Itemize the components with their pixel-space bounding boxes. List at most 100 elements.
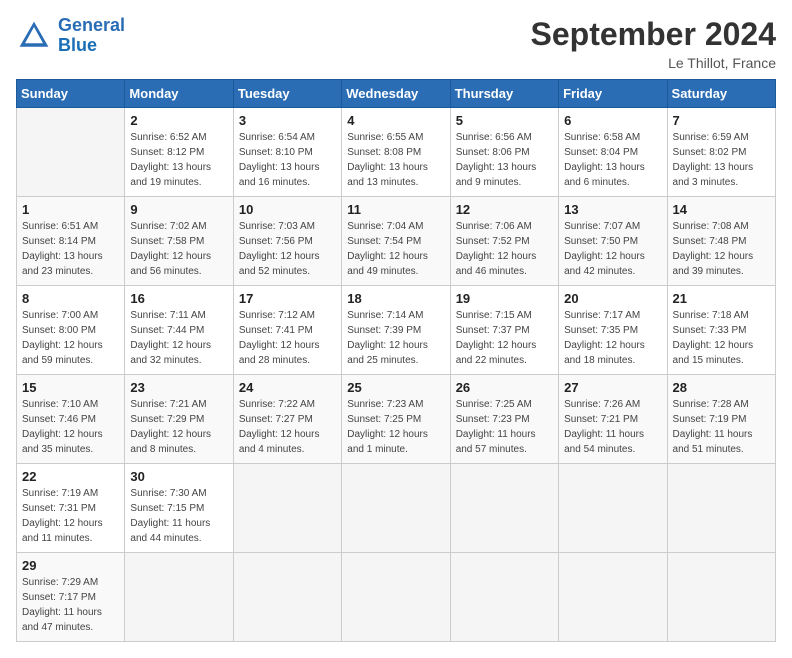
calendar-table: Sunday Monday Tuesday Wednesday Thursday…	[16, 79, 776, 642]
day-info: Sunrise: 7:10 AMSunset: 7:46 PMDaylight:…	[22, 397, 119, 457]
table-row: 11 Sunrise: 7:04 AMSunset: 7:54 PMDayligh…	[342, 197, 450, 286]
table-row: 17Sunrise: 7:12 AMSunset: 7:41 PMDayligh…	[233, 286, 341, 375]
day-number: 18	[347, 291, 444, 306]
table-row	[125, 553, 233, 642]
day-info: Sunrise: 7:28 AMSunset: 7:19 PMDaylight:…	[673, 397, 770, 457]
day-info: Sunrise: 7:08 AMSunset: 7:48 PMDaylight:…	[673, 219, 770, 279]
table-row: 19 Sunrise: 7:15 AMSunset: 7:37 PMDayligh…	[450, 286, 558, 375]
table-row: 2Sunrise: 6:52 AMSunset: 8:12 PMDaylight…	[125, 108, 233, 197]
day-number: 4	[347, 113, 444, 128]
table-row	[667, 464, 775, 553]
header-thursday: Thursday	[450, 80, 558, 108]
table-row	[559, 464, 667, 553]
table-row	[559, 553, 667, 642]
day-info: Sunrise: 6:52 AMSunset: 8:12 PMDaylight:…	[130, 130, 227, 190]
table-row: 9Sunrise: 7:02 AMSunset: 7:58 PMDaylight…	[125, 197, 233, 286]
table-row: 3Sunrise: 6:54 AMSunset: 8:10 PMDaylight…	[233, 108, 341, 197]
day-number: 14	[673, 202, 770, 217]
day-number: 10	[239, 202, 336, 217]
day-info: Sunrise: 7:11 AMSunset: 7:44 PMDaylight:…	[130, 308, 227, 368]
weekday-header-row: Sunday Monday Tuesday Wednesday Thursday…	[17, 80, 776, 108]
day-number: 8	[22, 291, 119, 306]
table-row: 20 Sunrise: 7:17 AMSunset: 7:35 PMDayligh…	[559, 286, 667, 375]
table-row: 23 Sunrise: 7:21 AMSunset: 7:29 PMDayligh…	[125, 375, 233, 464]
day-number: 1	[22, 202, 119, 217]
day-number: 15	[22, 380, 119, 395]
table-row: 22Sunrise: 7:19 AMSunset: 7:31 PMDayligh…	[17, 464, 125, 553]
month-title: September 2024	[531, 16, 776, 53]
day-info: Sunrise: 7:00 AMSunset: 8:00 PMDaylight:…	[22, 308, 119, 368]
day-number: 16	[130, 291, 227, 306]
day-info: Sunrise: 7:04 AMSunset: 7:54 PMDaylight:…	[347, 219, 444, 279]
day-number: 19	[456, 291, 553, 306]
day-number: 26	[456, 380, 553, 395]
day-info: Sunrise: 6:54 AMSunset: 8:10 PMDaylight:…	[239, 130, 336, 190]
day-number: 21	[673, 291, 770, 306]
day-info: Sunrise: 6:51 AMSunset: 8:14 PMDaylight:…	[22, 219, 119, 279]
day-number: 23	[130, 380, 227, 395]
day-number: 5	[456, 113, 553, 128]
calendar-week-row: 2Sunrise: 6:52 AMSunset: 8:12 PMDaylight…	[17, 108, 776, 197]
day-info: Sunrise: 7:29 AMSunset: 7:17 PMDaylight:…	[22, 575, 119, 635]
day-number: 24	[239, 380, 336, 395]
header-monday: Monday	[125, 80, 233, 108]
title-section: September 2024 Le Thillot, France	[531, 16, 776, 71]
table-row: 26 Sunrise: 7:25 AMSunset: 7:23 PMDayligh…	[450, 375, 558, 464]
day-info: Sunrise: 7:07 AMSunset: 7:50 PMDaylight:…	[564, 219, 661, 279]
day-number: 27	[564, 380, 661, 395]
table-row: 8 Sunrise: 7:00 AMSunset: 8:00 PMDaylight…	[17, 286, 125, 375]
day-number: 13	[564, 202, 661, 217]
table-row: 7Sunrise: 6:59 AMSunset: 8:02 PMDaylight…	[667, 108, 775, 197]
table-row	[233, 553, 341, 642]
day-info: Sunrise: 7:22 AMSunset: 7:27 PMDaylight:…	[239, 397, 336, 457]
calendar-week-row: 15 Sunrise: 7:10 AMSunset: 7:46 PMDayligh…	[17, 375, 776, 464]
table-row: 30Sunrise: 7:30 AMSunset: 7:15 PMDayligh…	[125, 464, 233, 553]
day-number: 7	[673, 113, 770, 128]
table-row	[233, 464, 341, 553]
day-number: 20	[564, 291, 661, 306]
logo-text: General Blue	[58, 16, 125, 56]
table-row: 13 Sunrise: 7:07 AMSunset: 7:50 PMDayligh…	[559, 197, 667, 286]
table-row: 29 Sunrise: 7:29 AMSunset: 7:17 PMDayligh…	[17, 553, 125, 642]
day-info: Sunrise: 7:30 AMSunset: 7:15 PMDaylight:…	[130, 486, 227, 546]
day-info: Sunrise: 7:06 AMSunset: 7:52 PMDaylight:…	[456, 219, 553, 279]
day-info: Sunrise: 6:58 AMSunset: 8:04 PMDaylight:…	[564, 130, 661, 190]
day-info: Sunrise: 7:18 AMSunset: 7:33 PMDaylight:…	[673, 308, 770, 368]
table-row: 21 Sunrise: 7:18 AMSunset: 7:33 PMDayligh…	[667, 286, 775, 375]
day-number: 11	[347, 202, 444, 217]
header-friday: Friday	[559, 80, 667, 108]
calendar-week-row: 29 Sunrise: 7:29 AMSunset: 7:17 PMDayligh…	[17, 553, 776, 642]
calendar-week-row: 1 Sunrise: 6:51 AMSunset: 8:14 PMDaylight…	[17, 197, 776, 286]
page-header: General Blue September 2024 Le Thillot, …	[16, 16, 776, 71]
day-info: Sunrise: 7:26 AMSunset: 7:21 PMDaylight:…	[564, 397, 661, 457]
day-number: 28	[673, 380, 770, 395]
day-info: Sunrise: 7:02 AMSunset: 7:58 PMDaylight:…	[130, 219, 227, 279]
header-saturday: Saturday	[667, 80, 775, 108]
location: Le Thillot, France	[531, 55, 776, 71]
calendar-week-row: 22Sunrise: 7:19 AMSunset: 7:31 PMDayligh…	[17, 464, 776, 553]
day-number: 29	[22, 558, 119, 573]
day-info: Sunrise: 7:19 AMSunset: 7:31 PMDaylight:…	[22, 486, 119, 546]
table-row: 16 Sunrise: 7:11 AMSunset: 7:44 PMDayligh…	[125, 286, 233, 375]
day-info: Sunrise: 7:25 AMSunset: 7:23 PMDaylight:…	[456, 397, 553, 457]
table-row: 4Sunrise: 6:55 AMSunset: 8:08 PMDaylight…	[342, 108, 450, 197]
logo: General Blue	[16, 16, 125, 56]
table-row: 25 Sunrise: 7:23 AMSunset: 7:25 PMDayligh…	[342, 375, 450, 464]
header-wednesday: Wednesday	[342, 80, 450, 108]
day-info: Sunrise: 7:23 AMSunset: 7:25 PMDaylight:…	[347, 397, 444, 457]
header-tuesday: Tuesday	[233, 80, 341, 108]
day-info: Sunrise: 7:21 AMSunset: 7:29 PMDaylight:…	[130, 397, 227, 457]
calendar-week-row: 8 Sunrise: 7:00 AMSunset: 8:00 PMDaylight…	[17, 286, 776, 375]
day-info: Sunrise: 7:17 AMSunset: 7:35 PMDaylight:…	[564, 308, 661, 368]
table-row	[342, 464, 450, 553]
day-number: 25	[347, 380, 444, 395]
table-row: 10 Sunrise: 7:03 AMSunset: 7:56 PMDayligh…	[233, 197, 341, 286]
day-info: Sunrise: 7:03 AMSunset: 7:56 PMDaylight:…	[239, 219, 336, 279]
day-info: Sunrise: 7:12 AMSunset: 7:41 PMDaylight:…	[239, 308, 336, 368]
day-info: Sunrise: 7:15 AMSunset: 7:37 PMDaylight:…	[456, 308, 553, 368]
table-row: 1 Sunrise: 6:51 AMSunset: 8:14 PMDaylight…	[17, 197, 125, 286]
table-row: 12Sunrise: 7:06 AMSunset: 7:52 PMDayligh…	[450, 197, 558, 286]
table-row: 24 Sunrise: 7:22 AMSunset: 7:27 PMDayligh…	[233, 375, 341, 464]
table-row	[17, 108, 125, 197]
table-row	[342, 553, 450, 642]
